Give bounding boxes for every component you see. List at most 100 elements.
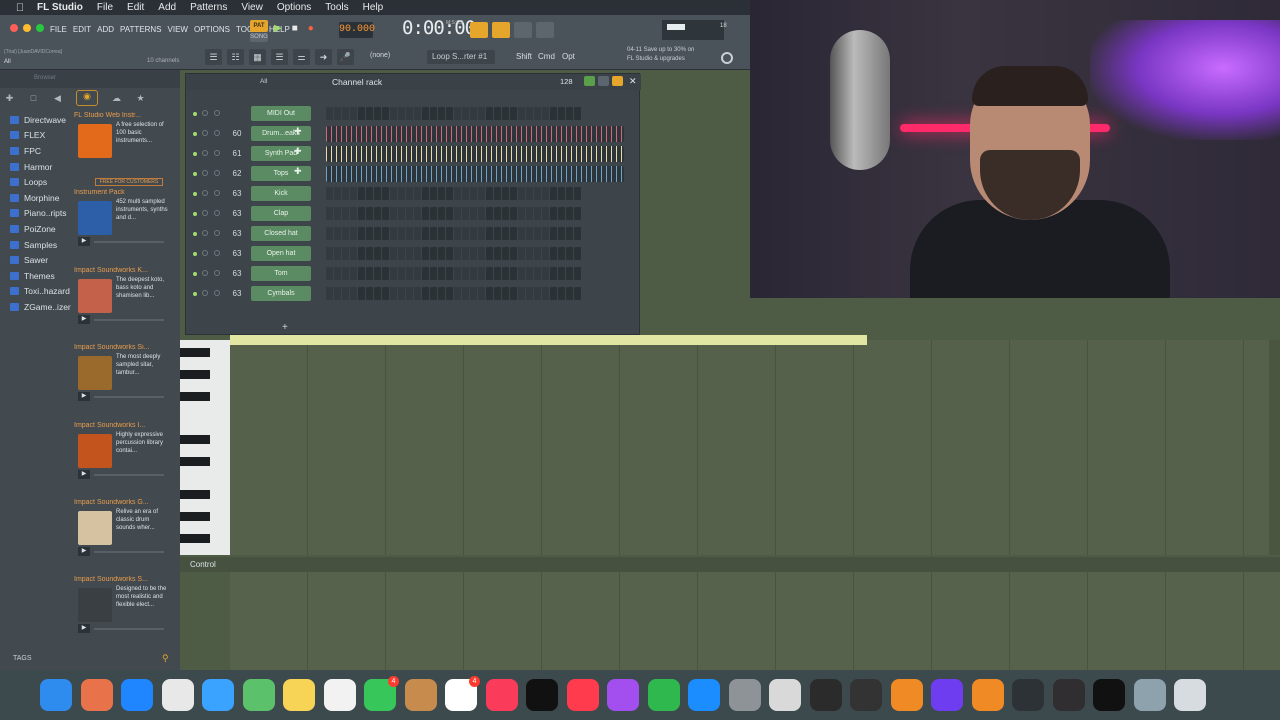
mixer-track-number[interactable]: 63 [230, 289, 244, 298]
channel-button[interactable]: Open hat [251, 246, 311, 261]
channel-button[interactable]: Tops [251, 166, 311, 181]
mixer-track-number[interactable]: 63 [230, 229, 244, 238]
step-button[interactable] [398, 227, 405, 240]
step-button[interactable] [526, 107, 533, 120]
audio-waveform[interactable] [326, 166, 624, 182]
pattern-selector[interactable]: Loop S...rter #1 [427, 50, 495, 64]
step-button[interactable] [534, 227, 541, 240]
step-button[interactable] [574, 287, 581, 300]
step-button[interactable] [422, 207, 429, 220]
step-button[interactable] [494, 207, 501, 220]
channel-mute-led[interactable] [193, 212, 197, 216]
dock-contacts-icon[interactable] [404, 679, 437, 711]
step-button[interactable] [406, 267, 413, 280]
step-button[interactable] [502, 227, 509, 240]
folder-item[interactable]: Morphine [10, 190, 71, 206]
channel-button[interactable]: Clap [251, 206, 311, 221]
step-button[interactable] [566, 107, 573, 120]
step-button[interactable] [390, 227, 397, 240]
step-button[interactable] [494, 187, 501, 200]
step-button[interactable] [342, 247, 349, 260]
browser-item[interactable]: Impact Soundworks G... Relive an era of c… [74, 499, 168, 556]
dock-numbers-icon[interactable] [647, 679, 680, 711]
step-button[interactable] [478, 287, 485, 300]
menubar-view[interactable]: View [241, 2, 263, 13]
step-button[interactable] [486, 267, 493, 280]
next-icon[interactable]: ➜ [315, 49, 332, 65]
step-button[interactable] [446, 247, 453, 260]
gear-icon[interactable] [721, 52, 733, 64]
tempo-display[interactable]: 90.000 [339, 22, 375, 38]
step-button[interactable] [342, 187, 349, 200]
step-button[interactable] [374, 107, 381, 120]
mixer-track-number[interactable]: 61 [230, 149, 244, 158]
step-button[interactable] [382, 227, 389, 240]
channel-options-icon[interactable]: ✚ [294, 166, 302, 177]
timeline-bar[interactable] [230, 335, 867, 345]
step-button[interactable] [414, 227, 421, 240]
countdown-icon[interactable] [492, 22, 510, 38]
step-button[interactable] [366, 287, 373, 300]
step-button[interactable] [454, 267, 461, 280]
step-button[interactable] [350, 287, 357, 300]
star-icon[interactable]: ★ [135, 93, 146, 104]
folder-item[interactable]: Themes [10, 268, 71, 284]
step-button[interactable] [422, 187, 429, 200]
step-button[interactable] [550, 107, 557, 120]
dock-fl-studio-2-icon[interactable] [971, 679, 1004, 711]
folder-item[interactable]: Directwave [10, 112, 71, 128]
channel-button[interactable]: Synth Pad [251, 146, 311, 161]
dock-logic-icon[interactable] [809, 679, 842, 711]
mixer-track-number[interactable]: 60 [230, 129, 244, 138]
step-button[interactable] [526, 227, 533, 240]
cloud-icon[interactable]: ☁ [111, 93, 122, 104]
step-button[interactable] [334, 287, 341, 300]
step-button[interactable] [454, 247, 461, 260]
step-button[interactable] [566, 207, 573, 220]
wait-for-input-icon[interactable] [514, 22, 532, 38]
step-button[interactable] [374, 247, 381, 260]
browser-item[interactable]: Impact Soundworks Si... The most deeply s… [74, 344, 168, 401]
step-button[interactable] [358, 247, 365, 260]
cmd-label[interactable]: Cmd [538, 52, 555, 61]
step-button[interactable] [510, 247, 517, 260]
step-button[interactable] [398, 107, 405, 120]
step-button[interactable] [374, 267, 381, 280]
step-button[interactable] [350, 227, 357, 240]
folder-item[interactable]: Samples [10, 237, 71, 253]
step-button[interactable] [342, 267, 349, 280]
step-button[interactable] [550, 287, 557, 300]
mixer-icon[interactable]: ☰ [271, 49, 288, 65]
audio-waveform[interactable] [326, 126, 624, 142]
note-grid[interactable] [230, 340, 1280, 555]
step-button[interactable] [326, 247, 333, 260]
step-button[interactable] [382, 207, 389, 220]
step-button[interactable] [438, 247, 445, 260]
step-button[interactable] [414, 247, 421, 260]
step-button[interactable] [398, 207, 405, 220]
fl-menu-view[interactable]: VIEW [168, 25, 188, 34]
step-button[interactable] [326, 207, 333, 220]
step-button[interactable] [334, 207, 341, 220]
step-button[interactable] [542, 107, 549, 120]
vertical-scrollbar[interactable] [1269, 340, 1280, 555]
step-button[interactable] [462, 287, 469, 300]
volume-knob[interactable] [214, 130, 220, 136]
dock-podcasts-icon[interactable] [607, 679, 639, 711]
step-button[interactable] [358, 287, 365, 300]
dock-launchpad-icon[interactable] [80, 679, 113, 711]
minimize-window-icon[interactable] [23, 24, 31, 32]
step-button[interactable] [438, 187, 445, 200]
step-button[interactable] [382, 267, 389, 280]
channel-button[interactable]: Kick [251, 186, 311, 201]
step-button[interactable] [438, 227, 445, 240]
step-button[interactable] [574, 107, 581, 120]
step-button[interactable] [350, 107, 357, 120]
pan-knob[interactable] [202, 170, 208, 176]
play-icon[interactable]: ▶ [78, 547, 90, 556]
step-button[interactable] [438, 207, 445, 220]
step-button[interactable] [462, 107, 469, 120]
step-button[interactable] [374, 287, 381, 300]
channel-mute-led[interactable] [193, 272, 197, 276]
channel-mute-led[interactable] [193, 152, 197, 156]
